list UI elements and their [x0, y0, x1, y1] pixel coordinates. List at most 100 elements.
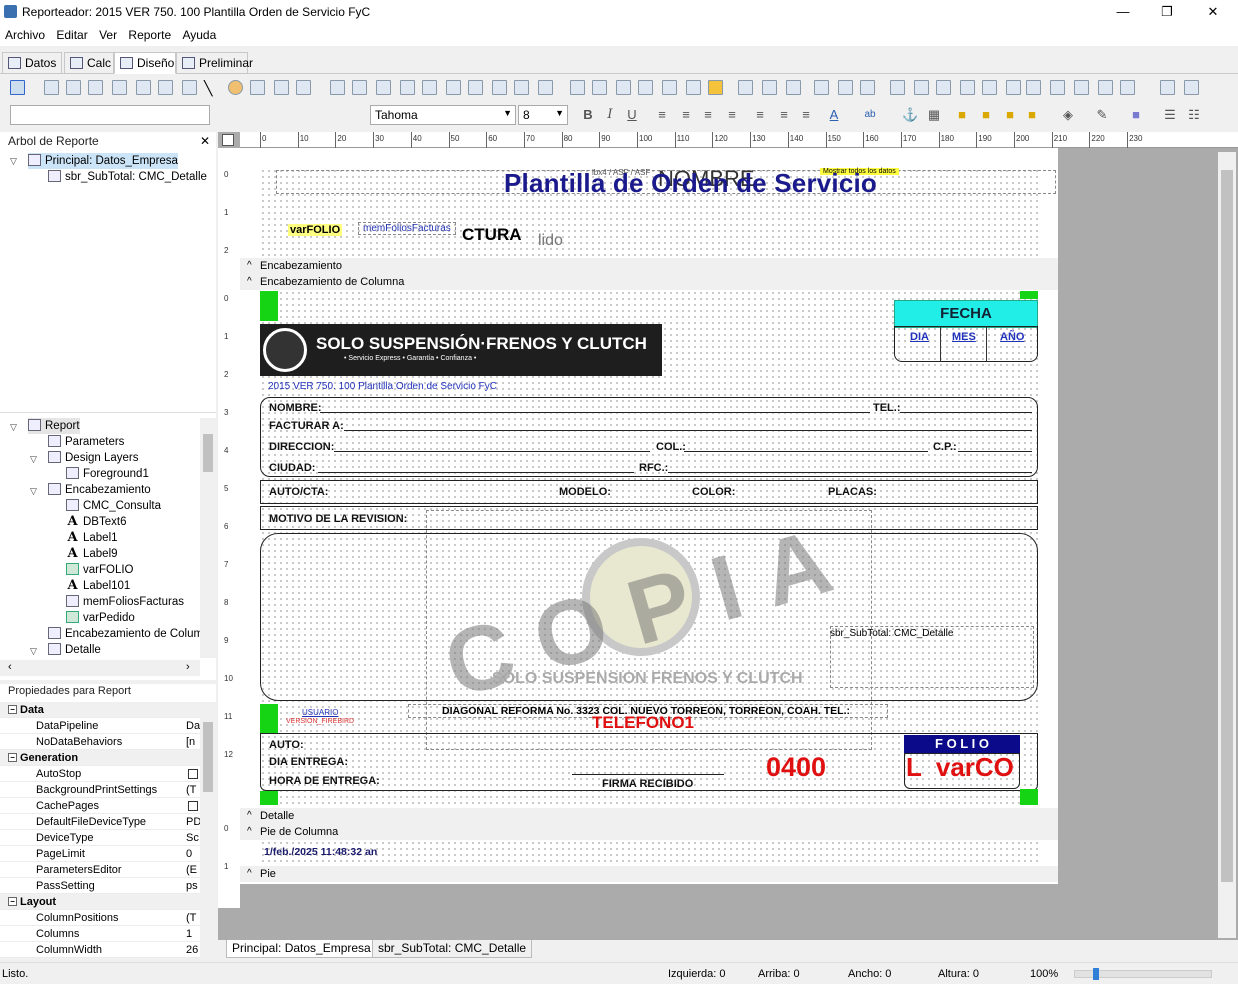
align-middle-icon[interactable] [838, 80, 853, 95]
cp-label[interactable]: C.P.: [933, 441, 957, 453]
nudge-right-icon[interactable] [1184, 80, 1199, 95]
dbmemo-tool-icon[interactable] [376, 80, 391, 95]
grid-tool-icon[interactable] [616, 80, 631, 95]
close-button[interactable]: ✕ [1190, 0, 1236, 24]
table-tool-icon[interactable] [592, 80, 607, 95]
size-width-icon[interactable] [1026, 80, 1041, 95]
facturar-label[interactable]: FACTURAR A: [269, 420, 344, 432]
property-row[interactable]: CachePages [0, 798, 200, 814]
tab-datos[interactable]: Datos [2, 52, 62, 74]
property-value[interactable]: (T [186, 910, 200, 926]
dbtext-tool-icon[interactable] [352, 80, 367, 95]
property-value[interactable]: (E [186, 862, 200, 878]
center-vertical-icon[interactable] [960, 80, 975, 95]
collapse-icon[interactable]: ▽ [10, 422, 17, 433]
calc-tool-icon[interactable] [112, 80, 127, 95]
property-value[interactable]: Da [186, 718, 200, 734]
paint-tool-icon[interactable] [662, 80, 677, 95]
send-backward-icon[interactable]: ■ [1024, 107, 1040, 123]
band-pie-columna[interactable]: ^ Pie de Columna [240, 824, 1058, 840]
collapse-icon[interactable]: ▽ [30, 454, 37, 465]
anchor-icon[interactable]: ⚓ [902, 107, 918, 123]
dia-label[interactable]: DIA [910, 331, 929, 343]
menu-ayuda[interactable]: Ayuda [177, 24, 219, 42]
ruler-corner-icon[interactable] [222, 134, 234, 146]
mes-label[interactable]: MES [952, 331, 976, 343]
justify-icon[interactable]: ≡ [724, 107, 740, 123]
tree-item-memfolios[interactable]: memFoliosFacturas [66, 594, 184, 610]
bring-front-icon[interactable]: ■ [954, 107, 970, 123]
auto-label[interactable]: AUTO: [269, 739, 304, 751]
dbrichtext-tool-icon[interactable] [400, 80, 415, 95]
close-icon[interactable]: ✕ [200, 134, 210, 148]
grow-height-icon[interactable] [1098, 80, 1113, 95]
dbcheckbox-tool-icon[interactable] [514, 80, 529, 95]
property-category[interactable]: − Layout [0, 894, 200, 910]
tree-item-report[interactable]: Report [28, 418, 80, 434]
region-handle[interactable] [260, 791, 278, 805]
property-value[interactable]: 26 [186, 942, 200, 958]
image-tool-icon[interactable] [136, 80, 151, 95]
space-vertical-icon[interactable] [936, 80, 951, 95]
property-value[interactable]: 0 [186, 846, 200, 862]
barcode-tool-icon[interactable] [250, 80, 265, 95]
memo-tool-icon[interactable] [66, 80, 81, 95]
property-category[interactable]: − Data [0, 702, 200, 718]
usuario-field[interactable]: USUARIO [302, 708, 338, 717]
align-center-icon[interactable] [762, 80, 777, 95]
tree-hscrollbar[interactable]: ‹ › [0, 660, 200, 676]
property-row[interactable]: ColumnPositions (T [0, 910, 200, 926]
minimize-button[interactable]: — [1100, 0, 1146, 24]
lido-label[interactable]: lido [538, 232, 563, 250]
property-row[interactable]: PageLimit 0 [0, 846, 200, 862]
brand-logo[interactable]: SOLO SUSPENSIÓN·FRENOS Y CLUTCH • Servic… [260, 324, 662, 376]
tree-item-varfolio[interactable]: varFOLIO [66, 562, 133, 578]
font-size-select[interactable]: 8 ▼ [518, 105, 568, 125]
tree-item-label1[interactable]: A Label1 [66, 530, 117, 546]
bold-icon[interactable]: B [580, 107, 596, 123]
tree-item-root[interactable]: Principal: Datos_Empresa [28, 153, 178, 169]
space-horizontal-icon[interactable] [890, 80, 905, 95]
tab-diseno[interactable]: Diseño [114, 52, 176, 74]
tree-item-foreground[interactable]: Foreground1 [66, 466, 149, 482]
valign-bottom-icon[interactable]: ≡ [798, 107, 814, 123]
line-thickness-icon[interactable]: ☰ [1162, 107, 1178, 123]
menu-archivo[interactable]: Archivo [0, 24, 48, 42]
property-row[interactable]: NoDataBehaviors [n [0, 734, 200, 750]
region-tool-icon[interactable] [182, 80, 197, 95]
dia-entrega-label[interactable]: DIA ENTREGA: [269, 756, 348, 768]
label-tool-icon[interactable] [44, 80, 59, 95]
filename-field[interactable]: 2015 VER 750. 100 Plantilla Orden de Ser… [268, 381, 497, 392]
anio-label[interactable]: AÑO [1000, 331, 1024, 343]
component-edit-field[interactable] [10, 105, 210, 125]
fill-color-icon[interactable]: ◈ [1060, 107, 1076, 123]
page-break-tool-icon[interactable] [638, 80, 653, 95]
valign-middle-icon[interactable]: ≡ [776, 107, 792, 123]
modelo-label[interactable]: MODELO: [559, 486, 611, 498]
region-handle[interactable] [260, 291, 278, 321]
menu-ver[interactable]: Ver [94, 24, 120, 42]
menu-reporte[interactable]: Reporte [123, 24, 174, 42]
print-date-field[interactable]: 1/feb./2025 11:48:32 an [264, 846, 377, 858]
dblabel-tool-icon[interactable] [330, 80, 345, 95]
tab-subtotal[interactable]: sbr_SubTotal: CMC_Detalle [372, 940, 533, 958]
rfc-label[interactable]: RFC.: [639, 462, 668, 474]
dbtable-tool-icon[interactable] [538, 80, 553, 95]
design-scrollbar[interactable] [1218, 152, 1236, 938]
tree-item-subreport[interactable]: sbr_SubTotal: CMC_Detalle [48, 169, 207, 185]
property-row[interactable]: DefaultFileDeviceType PD [0, 814, 200, 830]
firma-label[interactable]: FIRMA RECIBIDO [602, 778, 693, 790]
col-label[interactable]: COL.: [656, 441, 686, 453]
property-checkbox[interactable] [188, 801, 198, 811]
shrink-width-icon[interactable] [1074, 80, 1089, 95]
auto-cta-label[interactable]: AUTO/CTA: [269, 486, 328, 498]
valign-top-icon[interactable]: ≡ [752, 107, 768, 123]
collapse-icon[interactable]: − [8, 705, 17, 714]
shrink-height-icon[interactable] [1120, 80, 1135, 95]
property-row[interactable]: DataPipeline Da [0, 718, 200, 734]
collapse-icon[interactable]: ▽ [30, 646, 37, 657]
folio-header[interactable]: F O L I O [904, 735, 1020, 753]
subreport-tool-icon[interactable] [570, 80, 585, 95]
motivo-label[interactable]: MOTIVO DE LA REVISION: [269, 513, 407, 525]
align-right-icon[interactable]: ≡ [700, 107, 716, 123]
